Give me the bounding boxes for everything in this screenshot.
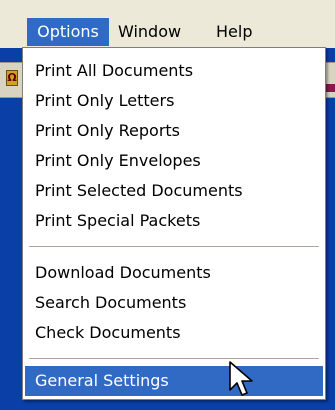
menu-item-check-documents[interactable]: Check Documents [25, 318, 323, 348]
app-toolbar-stripe [326, 84, 335, 92]
app-window-background-left [0, 48, 22, 410]
menu-item-print-all-documents[interactable]: Print All Documents [25, 56, 323, 86]
menu-item-general-settings[interactable]: General Settings [25, 366, 323, 396]
app-window-background-bottom [0, 400, 335, 410]
menu-separator [29, 358, 319, 359]
menu-item-print-only-letters[interactable]: Print Only Letters [25, 86, 323, 116]
menu-separator [29, 246, 319, 247]
menu-item-print-selected-documents[interactable]: Print Selected Documents [25, 176, 323, 206]
menu-item-print-special-packets[interactable]: Print Special Packets [25, 206, 323, 236]
arrow-pointer-icon [229, 361, 253, 396]
menu-item-print-only-reports[interactable]: Print Only Reports [25, 116, 323, 146]
app-window-background-right [326, 48, 335, 410]
menu-help[interactable]: Help [210, 18, 262, 46]
toolbar-button-icon[interactable]: Ω [6, 70, 18, 86]
menu-options[interactable]: Options [27, 18, 109, 46]
menu-bar: Options Window Help [0, 0, 335, 48]
app-toolbar-right [326, 62, 335, 98]
menu-item-download-documents[interactable]: Download Documents [25, 258, 323, 288]
menu-window[interactable]: Window [112, 18, 204, 46]
menu-item-search-documents[interactable]: Search Documents [25, 288, 323, 318]
options-dropdown-menu: Print All Documents Print Only Letters P… [22, 47, 326, 400]
menu-item-print-only-envelopes[interactable]: Print Only Envelopes [25, 146, 323, 176]
